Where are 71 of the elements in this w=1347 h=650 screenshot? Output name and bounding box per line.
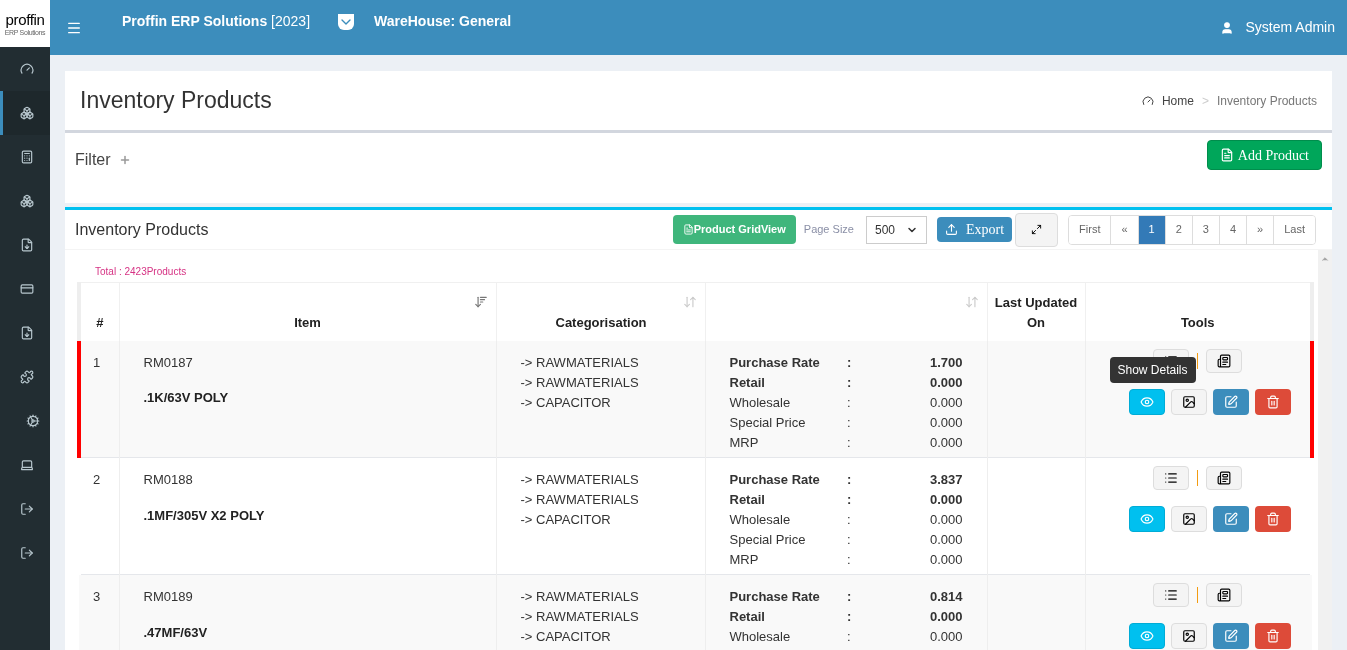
rate-separator: : bbox=[847, 393, 852, 412]
rate-value: 3.837 bbox=[928, 471, 963, 489]
rate-label: Wholesale bbox=[729, 628, 792, 646]
category-path: -> RAWMATERIALS bbox=[520, 588, 640, 606]
category-path: -> RAWMATERIALS bbox=[520, 491, 640, 509]
rate-label: MRP bbox=[729, 551, 760, 569]
rate-label: Purchase Rate bbox=[729, 471, 821, 489]
app-title: Proffin ERP Solutions [2023] bbox=[122, 12, 311, 31]
rate-separator: : bbox=[847, 588, 853, 606]
item-name: .47MF/63V bbox=[143, 623, 209, 642]
rate-value: 0.000 bbox=[928, 551, 963, 569]
rate-separator: : bbox=[847, 511, 852, 529]
rate-label: Wholesale bbox=[729, 393, 792, 412]
rate-label: MRP bbox=[729, 433, 760, 452]
rate-separator: : bbox=[847, 353, 853, 372]
column-header: Categorisation bbox=[555, 313, 646, 332]
category-path: -> RAWMATERIALS bbox=[520, 373, 640, 392]
page-size-label: Page Size bbox=[803, 222, 854, 238]
category-path: -> CAPACITOR bbox=[520, 628, 612, 646]
rate-separator: : bbox=[847, 531, 852, 549]
item-code: RM0189 bbox=[143, 588, 194, 606]
category-path: -> RAWMATERIALS bbox=[520, 471, 640, 489]
rate-value: 0.000 bbox=[928, 393, 963, 412]
rate-separator: : bbox=[847, 608, 853, 626]
panel-title: Inventory Products bbox=[75, 219, 209, 240]
rate-separator: : bbox=[847, 551, 852, 569]
column-header: Item bbox=[294, 313, 321, 332]
page-title: Inventory Products bbox=[80, 86, 272, 116]
rate-label: Wholesale bbox=[729, 511, 792, 529]
category-path: -> CAPACITOR bbox=[520, 393, 612, 412]
item-code: RM0187 bbox=[143, 353, 194, 372]
rate-separator: : bbox=[847, 373, 853, 392]
category-path: -> RAWMATERIALS bbox=[520, 608, 640, 626]
rate-value: 0.000 bbox=[928, 413, 963, 432]
rate-value: 0.000 bbox=[928, 491, 963, 509]
rate-separator: : bbox=[847, 413, 852, 432]
breadcrumb-current: Inventory Products bbox=[1216, 92, 1317, 110]
filter-label: Filter bbox=[75, 150, 111, 170]
row-number: 3 bbox=[79, 574, 119, 650]
rate-separator: : bbox=[847, 491, 853, 509]
rate-label: Retail bbox=[729, 608, 766, 626]
category-path: -> CAPACITOR bbox=[520, 511, 612, 529]
rate-label: Special Price bbox=[729, 413, 807, 432]
rate-label: Retail bbox=[729, 373, 766, 392]
rate-label: Retail bbox=[729, 491, 766, 509]
warehouse-label: WareHouse: General bbox=[374, 12, 512, 31]
rate-label: Purchase Rate bbox=[729, 353, 821, 372]
row-number: 2 bbox=[79, 457, 119, 575]
rate-value: 1.700 bbox=[928, 353, 963, 372]
rate-separator: : bbox=[847, 433, 852, 452]
category-path: -> RAWMATERIALS bbox=[520, 353, 640, 372]
rate-value: 0.000 bbox=[928, 433, 963, 452]
rate-value: 0.000 bbox=[928, 511, 963, 529]
rate-label: Special Price bbox=[729, 531, 807, 549]
rate-separator: : bbox=[847, 471, 853, 489]
breadcrumb-separator: > bbox=[1201, 92, 1209, 110]
rate-value: 0.814 bbox=[928, 588, 963, 606]
item-name: .1K/63V POLY bbox=[143, 389, 230, 407]
item-code: RM0188 bbox=[143, 471, 194, 489]
rate-separator: : bbox=[847, 628, 852, 646]
rate-label: Purchase Rate bbox=[729, 588, 821, 606]
item-name: .1MF/305V X2 POLY bbox=[143, 506, 266, 525]
column-header: Last Updated On bbox=[993, 293, 1079, 332]
rate-value: 0.000 bbox=[928, 608, 963, 626]
column-header: Tools bbox=[1180, 313, 1215, 332]
tooltip: Show Details bbox=[1109, 356, 1196, 383]
rate-value: 0.000 bbox=[928, 628, 963, 646]
rate-value: 0.000 bbox=[928, 531, 963, 549]
rate-value: 0.000 bbox=[928, 373, 963, 392]
total-count: Total : 2423Products bbox=[94, 265, 188, 279]
column-header: # bbox=[96, 313, 104, 332]
